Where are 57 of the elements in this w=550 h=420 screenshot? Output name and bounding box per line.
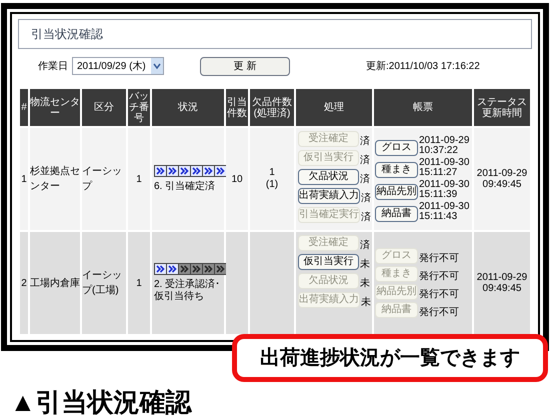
- dropdown-caret-icon: [151, 58, 163, 74]
- callout-text: 出荷進捗状況が一覧できます: [260, 346, 520, 371]
- caption-heading: ▲引当状況確認: [10, 386, 192, 418]
- action-button[interactable]: 仮引当実行: [298, 254, 359, 270]
- status-text: 2. 受注承認済･仮引当待ち: [154, 279, 222, 303]
- progress-mark: 済: [360, 136, 370, 147]
- table-cell-text: 1: [268, 167, 276, 179]
- table-cell-text: 1: [21, 174, 27, 184]
- table-cell-text: 1: [136, 278, 142, 288]
- work-date-dropdown[interactable]: 2011/09/29 (木): [72, 57, 164, 75]
- form-button[interactable]: 納品先別: [375, 184, 418, 200]
- table-cell-text: イーシップ(工場): [82, 270, 122, 296]
- issue-time-text: 発行不可: [419, 290, 459, 300]
- progress-mark: 済: [360, 240, 370, 251]
- issue-time-text: 2011-09-30 15:11:39: [419, 180, 470, 200]
- table-cell-text: 杉並拠点センター: [30, 166, 80, 192]
- table-cell-text: 1: [136, 174, 142, 184]
- table-cell-text: 2: [21, 278, 27, 288]
- refresh-button[interactable]: 更 新: [200, 56, 290, 76]
- column-header: ステータス更新時間: [474, 89, 530, 126]
- page-title: 引当状況確認: [31, 27, 103, 41]
- progress-mark: 済: [361, 212, 371, 223]
- progress-mark: 済: [360, 155, 370, 166]
- column-header: 処理: [296, 89, 372, 126]
- table-cell-text: 2011-09-29 09:49:45: [476, 168, 528, 190]
- status-text: 6. 引当確定済: [154, 181, 216, 193]
- action-button[interactable]: 欠品状況: [298, 169, 359, 185]
- work-date-label: 作業日: [38, 60, 68, 74]
- table-cell-text: イーシップ: [82, 166, 122, 192]
- column-header: 区分: [82, 89, 126, 126]
- issue-time-text: 2011-09-30 15:11:27: [419, 158, 470, 178]
- last-updated-text: 更新:2011/10/03 17:16:22: [366, 60, 480, 74]
- action-button[interactable]: 出荷実績入力: [298, 188, 360, 204]
- issue-time-text: 発行不可: [419, 254, 459, 264]
- column-header: 欠品件数(処理済): [250, 89, 294, 126]
- progress-mark: 未: [361, 297, 371, 308]
- column-header: 状況: [152, 89, 224, 126]
- progress-mark: 未: [360, 278, 370, 289]
- progress-mark: 未: [360, 259, 370, 270]
- issue-time-text: 発行不可: [419, 308, 459, 318]
- table-cell-text: 工場内倉庫: [30, 278, 80, 288]
- form-button[interactable]: グロス: [375, 140, 418, 156]
- column-header: 物流センター: [30, 89, 80, 126]
- issue-time-text: 発行不可: [419, 272, 459, 282]
- column-header: バッチ番号: [128, 89, 150, 126]
- issue-time-text: 2011-09-29 10:37:22: [419, 136, 470, 156]
- table-cell-text: 2011-09-29 09:49:45: [476, 272, 528, 294]
- column-header: 引当件数: [226, 89, 248, 126]
- progress-mark: 済: [361, 193, 371, 204]
- issue-time-text: 2011-09-30 15:11:43: [419, 202, 470, 222]
- table-cell-text: (1): [264, 179, 280, 191]
- column-header: 帳票: [374, 89, 472, 126]
- form-button[interactable]: 納品書: [375, 206, 418, 222]
- column-header: #: [20, 89, 28, 126]
- form-button[interactable]: 種まき: [375, 162, 418, 178]
- progress-mark: 済: [360, 174, 370, 185]
- table-cell-text: 10: [231, 174, 243, 184]
